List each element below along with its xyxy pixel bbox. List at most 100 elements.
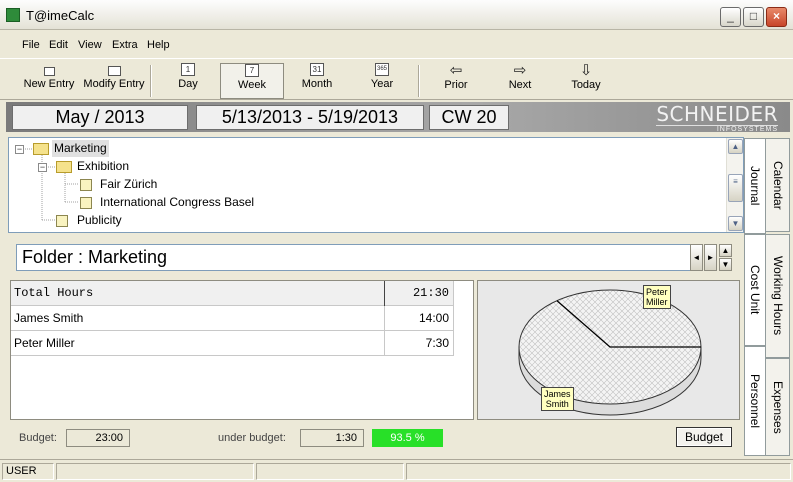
menu-view[interactable]: View [78,39,102,51]
calendar-week-display: CW 20 [429,105,509,130]
year-calendar-icon: 365 [375,63,389,76]
year-label: Year [370,78,394,90]
under-budget-value: 1:30 [300,429,364,447]
toolbar-separator [418,65,420,97]
arrow-down-icon: ⇩ [579,62,593,79]
pie-label-james-smith: James Smith [541,387,574,411]
prior-label: Prior [444,79,468,91]
folder-title: Folder : Marketing [16,244,692,271]
tab-working-hours[interactable]: Working Hours [765,234,790,358]
window-title: T@imeCalc [26,8,95,23]
modify-entry-label: Modify Entry [83,78,145,90]
month-view-button[interactable]: 31 Month [296,63,338,99]
maximize-button[interactable]: □ [743,7,764,27]
month-calendar-icon: 31 [310,63,324,76]
today-label: Today [571,79,601,91]
status-bar: USER [0,459,793,482]
new-entry-button[interactable]: New Entry [22,63,76,99]
pie-label-peter-miller: Peter Miller [643,285,671,309]
under-budget-label: under budget: [218,432,286,444]
next-folder-button[interactable]: ► [704,244,717,271]
tree-item-exhibition[interactable]: Exhibition [77,158,129,175]
folder-down-button[interactable]: ▼ [719,258,732,271]
tree-item-fair-zurich[interactable]: Fair Zürich [100,176,157,193]
brand-logo: SCHNEIDER INFOSYSTEMS [656,104,778,133]
tree-item-congress-basel[interactable]: International Congress Basel [100,194,254,211]
week-view-button[interactable]: 7 Week [220,63,284,99]
total-hours-label: Total Hours [14,286,94,300]
table-row[interactable]: Peter Miller 7:30 [11,331,453,356]
tree-item-publicity[interactable]: Publicity [77,212,122,229]
next-button[interactable]: ⇨ Next [504,63,536,99]
new-entry-label: New Entry [23,78,75,90]
document-icon [80,197,92,209]
prev-folder-button[interactable]: ◄ [690,244,703,271]
table-header-row: Total Hours 21:30 [11,281,453,306]
pie-svg [518,289,702,416]
folder-icon [33,143,49,155]
new-entry-icon [43,67,55,76]
table-row[interactable]: James Smith 14:00 [11,306,453,331]
day-view-button[interactable]: 1 Day [168,63,208,99]
column-divider [384,331,385,356]
week-calendar-icon: 7 [245,64,259,77]
month-label: Month [301,78,333,90]
folder-up-button[interactable]: ▲ [719,244,732,257]
hours-pie-chart: Peter Miller James Smith [477,280,740,420]
next-label: Next [508,79,532,91]
modify-entry-button[interactable]: Modify Entry [82,63,146,99]
scroll-up-button[interactable]: ▲ [728,139,743,154]
week-label: Week [238,79,266,91]
title-bar: T@imeCalc _ □ × [0,0,793,30]
person-hours: 14:00 [418,311,449,325]
day-label: Day [178,78,198,90]
column-divider [384,281,385,306]
tab-journal[interactable]: Journal [744,138,766,234]
person-name: James Smith [14,311,84,325]
brand-subtitle: INFOSYSTEMS [656,125,778,133]
scroll-thumb[interactable]: ≡ [728,174,743,202]
folder-icon [56,161,72,173]
minimize-button[interactable]: _ [720,7,741,27]
folder-header: Folder : Marketing ◄ ► ▲ ▼ [8,238,744,276]
tree-item-marketing[interactable]: Marketing [52,140,109,157]
close-button[interactable]: × [766,7,787,27]
total-hours-value: 21:30 [412,286,449,300]
app-icon [6,8,20,22]
arrow-left-icon: ⇦ [449,62,463,79]
today-button[interactable]: ⇩ Today [568,63,604,99]
menu-bar: File Edit View Extra Help [0,34,793,56]
date-header: May / 2013 5/13/2013 - 5/19/2013 CW 20 S… [6,102,790,133]
table-right-border [453,281,454,356]
person-hours: 7:30 [425,336,449,350]
hours-table: Total Hours 21:30 James Smith 14:00 Pete… [10,280,474,420]
menu-file[interactable]: File [22,39,40,51]
collapse-marketing-toggle[interactable]: − [15,145,24,154]
budget-value: 23:00 [66,429,130,447]
modify-entry-icon [107,66,121,76]
column-divider [384,306,385,331]
menu-extra[interactable]: Extra [112,39,138,51]
arrow-right-icon: ⇨ [513,62,527,79]
status-panel [256,463,404,480]
folder-tree: − Marketing − Exhibition Fair Zürich Int… [8,137,744,233]
status-panel [56,463,254,480]
collapse-exhibition-toggle[interactable]: − [38,163,47,172]
prior-button[interactable]: ⇦ Prior [440,63,472,99]
tab-personnel[interactable]: Personnel [744,346,766,456]
tab-expenses[interactable]: Expenses [765,358,790,456]
year-view-button[interactable]: 365 Year [364,63,400,99]
tab-calendar[interactable]: Calendar [765,138,790,232]
month-display: May / 2013 [12,105,188,130]
budget-percent-bar: 93.5 % [372,429,443,447]
status-panel [406,463,791,480]
menu-help[interactable]: Help [147,39,170,51]
status-user: USER [2,463,54,480]
tab-cost-unit[interactable]: Cost Unit [744,234,766,346]
tree-scrollbar[interactable]: ▲ ≡ ▼ [726,138,743,232]
document-icon [56,215,68,227]
document-icon [80,179,92,191]
budget-button[interactable]: Budget [676,427,732,447]
menu-edit[interactable]: Edit [49,39,68,51]
scroll-down-button[interactable]: ▼ [728,216,743,231]
